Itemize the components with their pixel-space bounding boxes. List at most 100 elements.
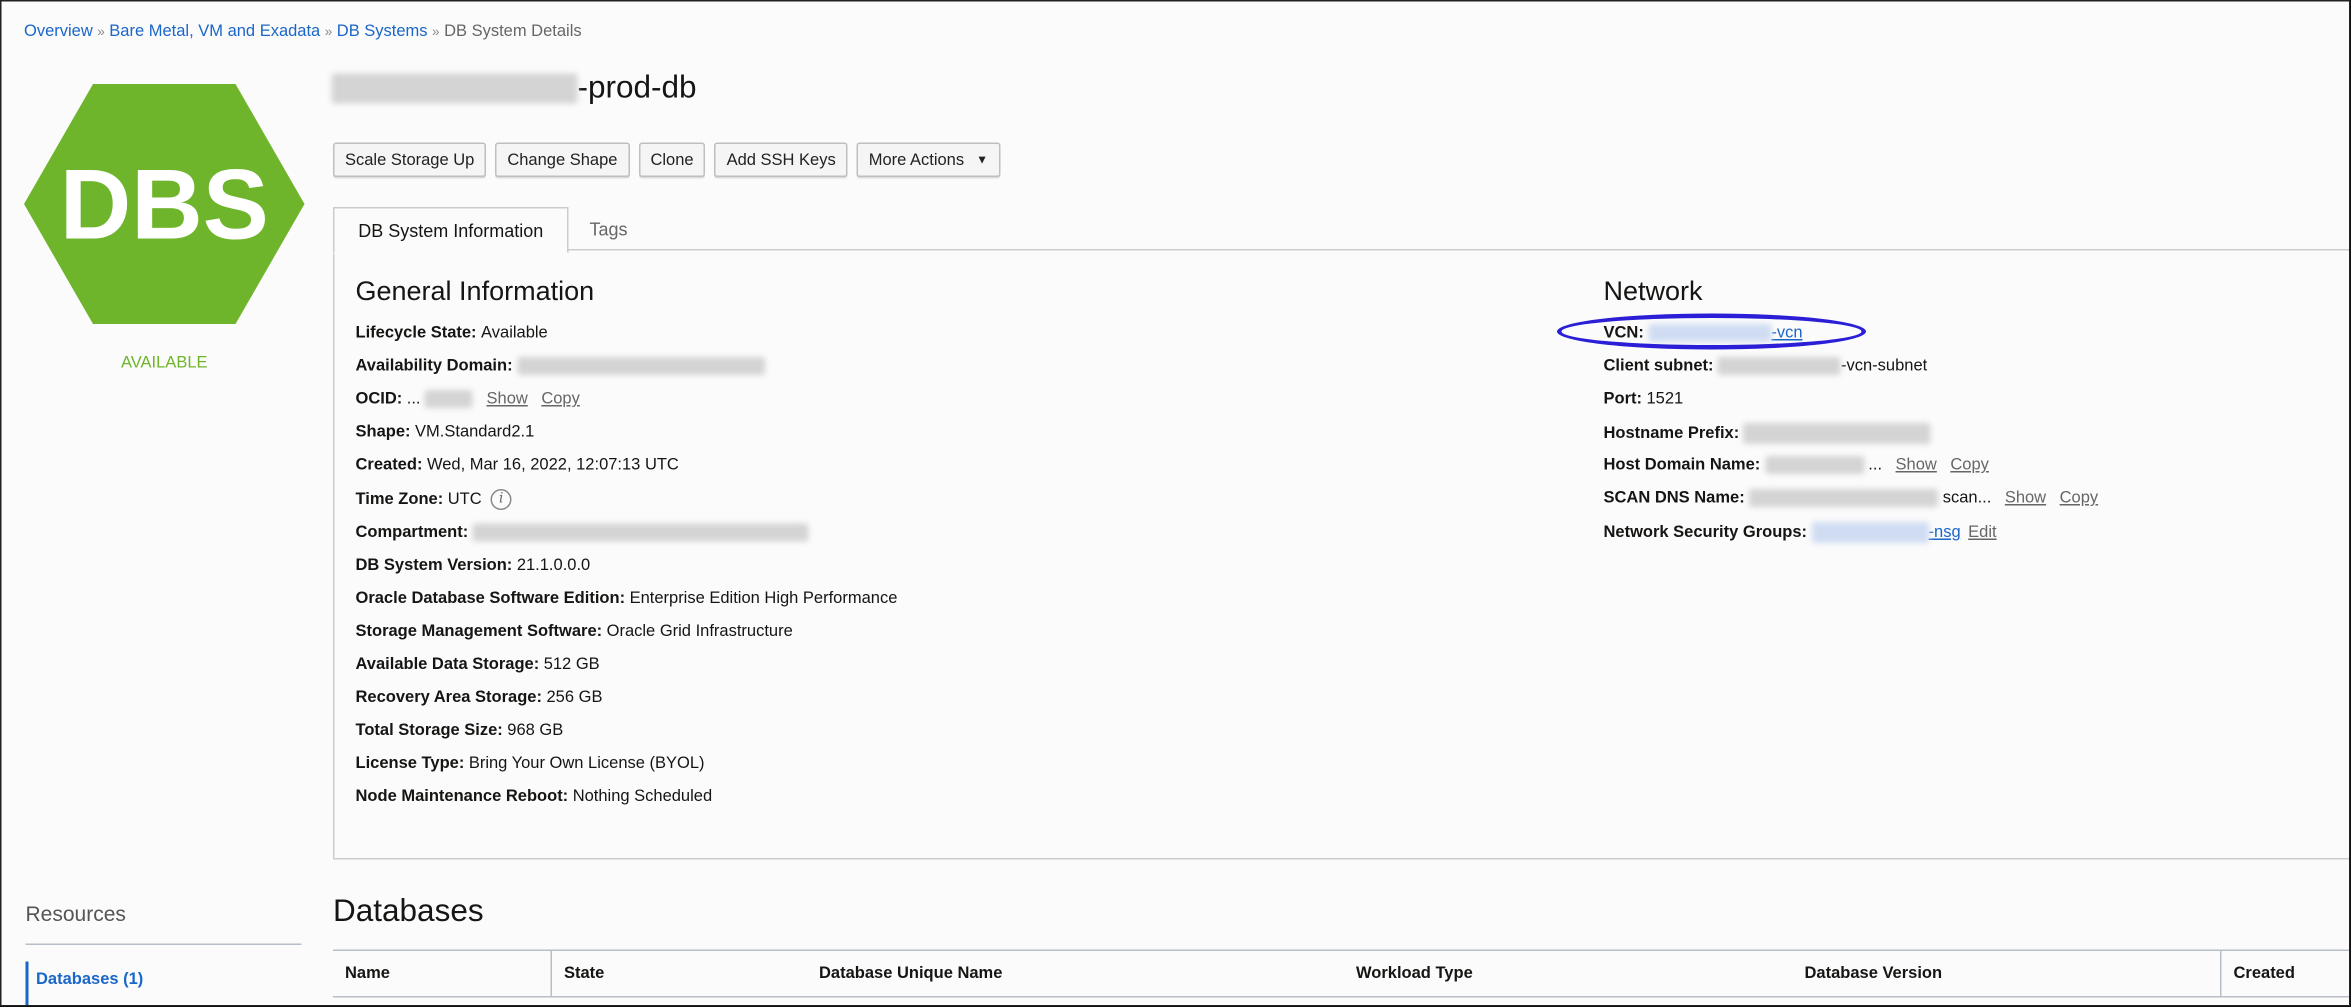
- info-icon[interactable]: i: [491, 489, 512, 510]
- redacted-value: [1765, 456, 1864, 474]
- network-heading: Network: [1604, 276, 1703, 308]
- page-title: -prod-db: [332, 71, 697, 107]
- breadcrumb-overview[interactable]: Overview: [24, 23, 93, 41]
- redacted-value: [1812, 522, 1929, 543]
- field-label: Node Maintenance Reboot:: [356, 788, 569, 806]
- host-domain-copy-link[interactable]: Copy: [1950, 456, 1989, 474]
- field-label: Compartment:: [356, 524, 469, 542]
- breadcrumb-db-systems[interactable]: DB Systems: [337, 23, 428, 41]
- field-label: Recovery Area Storage:: [356, 689, 542, 707]
- field-label: SCAN DNS Name:: [1604, 489, 1745, 507]
- tab-db-system-information[interactable]: DB System Information: [333, 207, 569, 254]
- info-panel: General Information Lifecycle State:Avai…: [333, 249, 2351, 860]
- field-value: ...: [407, 390, 421, 408]
- lifecycle-state-row: Lifecycle State:Available: [356, 324, 548, 342]
- ocid-copy-link[interactable]: Copy: [541, 390, 580, 408]
- nsg-row: Network Security Groups: -nsg Edit: [1604, 522, 1997, 543]
- add-ssh-keys-button[interactable]: Add SSH Keys: [715, 143, 848, 178]
- field-value: Bring Your Own License (BYOL): [469, 755, 705, 773]
- redacted-name: [332, 74, 578, 104]
- column-header-name[interactable]: Name: [333, 951, 551, 996]
- column-header-created[interactable]: Created: [2220, 951, 2295, 996]
- license-type-row: License Type:Bring Your Own License (BYO…: [356, 755, 705, 773]
- field-label: Storage Management Software:: [356, 623, 603, 641]
- field-label: Network Security Groups:: [1604, 524, 1808, 542]
- scan-dns-show-link[interactable]: Show: [2005, 489, 2046, 507]
- field-label: Lifecycle State:: [356, 324, 477, 342]
- field-value: scan...: [1943, 489, 1992, 507]
- more-actions-button[interactable]: More Actions ▼: [857, 143, 1000, 178]
- redacted-value: [517, 357, 765, 375]
- action-toolbar: Scale Storage Up Change Shape Clone Add …: [333, 143, 1000, 178]
- field-value: VM.Standard2.1: [415, 423, 534, 441]
- general-information-heading: General Information: [356, 276, 595, 308]
- field-value: 21.1.0.0.0: [517, 557, 590, 575]
- field-value: Oracle Grid Infrastructure: [607, 623, 793, 641]
- redacted-value: [473, 524, 809, 542]
- databases-heading: Databases: [333, 894, 484, 930]
- nsg-link[interactable]: -nsg: [1929, 524, 1961, 542]
- breadcrumb-bare-metal[interactable]: Bare Metal, VM and Exadata: [109, 23, 320, 41]
- field-label: Host Domain Name:: [1604, 456, 1761, 474]
- tab-tags[interactable]: Tags: [590, 207, 628, 251]
- vcn-highlight-annotation: [1557, 314, 1866, 350]
- availability-domain-row: Availability Domain:: [356, 357, 765, 375]
- field-value: 1521: [1647, 390, 1684, 408]
- db-system-version-row: DB System Version:21.1.0.0.0: [356, 557, 591, 575]
- column-header-database-version[interactable]: Database Version: [1793, 951, 1943, 996]
- available-data-storage-row: Available Data Storage:512 GB: [356, 656, 600, 674]
- logo-text: DBS: [60, 149, 269, 260]
- scale-storage-up-button[interactable]: Scale Storage Up: [333, 143, 486, 178]
- tab-bar: DB System Information Tags: [333, 207, 2349, 251]
- dbs-logo-icon: DBS: [24, 84, 305, 324]
- host-domain-show-link[interactable]: Show: [1896, 456, 1937, 474]
- time-zone-row: Time Zone:UTC i: [356, 489, 512, 510]
- created-row: Created:Wed, Mar 16, 2022, 12:07:13 UTC: [356, 456, 679, 474]
- field-value: 968 GB: [507, 722, 563, 740]
- client-subnet-row: Client subnet:-vcn-subnet: [1604, 357, 1928, 375]
- title-suffix: -prod-db: [578, 71, 697, 106]
- scan-dns-row: SCAN DNS Name: scan... Show Copy: [1604, 489, 2099, 507]
- scan-dns-copy-link[interactable]: Copy: [2060, 489, 2099, 507]
- page: Overview » Bare Metal, VM and Exadata » DB S…: [0, 0, 2351, 1007]
- caret-down-icon: ▼: [976, 153, 988, 167]
- databases-table: Name State Database Unique Name Workload…: [333, 950, 2351, 998]
- more-actions-label: More Actions: [869, 151, 964, 169]
- software-edition-row: Oracle Database Software Edition:Enterpr…: [356, 590, 898, 608]
- column-header-unique-name[interactable]: Database Unique Name: [807, 951, 1002, 996]
- field-value: 256 GB: [546, 689, 602, 707]
- field-label: DB System Version:: [356, 557, 513, 575]
- breadcrumb-separator: »: [325, 24, 333, 39]
- field-value: ...: [1868, 456, 1882, 474]
- nsg-edit-link[interactable]: Edit: [1968, 524, 1996, 542]
- redacted-value: [425, 390, 473, 408]
- clone-button[interactable]: Clone: [638, 143, 705, 178]
- field-value: UTC: [448, 491, 482, 509]
- field-label: Time Zone:: [356, 491, 444, 509]
- redacted-value: [1718, 357, 1841, 375]
- field-label: OCID:: [356, 390, 403, 408]
- field-label: Shape:: [356, 423, 411, 441]
- total-storage-row: Total Storage Size:968 GB: [356, 722, 564, 740]
- ocid-row: OCID:... Show Copy: [356, 390, 580, 408]
- storage-management-row: Storage Management Software:Oracle Grid …: [356, 623, 793, 641]
- breadcrumb-separator: »: [97, 24, 105, 39]
- field-value: Enterprise Edition High Performance: [630, 590, 898, 608]
- field-label: License Type:: [356, 755, 465, 773]
- compartment-row: Compartment:: [356, 524, 809, 542]
- field-label: Available Data Storage:: [356, 656, 540, 674]
- ocid-show-link[interactable]: Show: [487, 390, 528, 408]
- field-label: Total Storage Size:: [356, 722, 503, 740]
- field-value: Wed, Mar 16, 2022, 12:07:13 UTC: [427, 456, 679, 474]
- port-row: Port:1521: [1604, 390, 1684, 408]
- hostname-prefix-row: Hostname Prefix:: [1604, 423, 1932, 444]
- field-label: Client subnet:: [1604, 357, 1714, 375]
- field-value: Available: [481, 324, 548, 342]
- resources-item-databases[interactable]: Databases (1): [26, 962, 144, 1007]
- change-shape-button[interactable]: Change Shape: [495, 143, 629, 178]
- field-label: Hostname Prefix:: [1604, 425, 1740, 443]
- column-header-state[interactable]: State: [551, 951, 605, 996]
- maintenance-reboot-row: Node Maintenance Reboot:Nothing Schedule…: [356, 788, 713, 806]
- field-label: Oracle Database Software Edition:: [356, 590, 626, 608]
- column-header-workload-type[interactable]: Workload Type: [1344, 951, 1473, 996]
